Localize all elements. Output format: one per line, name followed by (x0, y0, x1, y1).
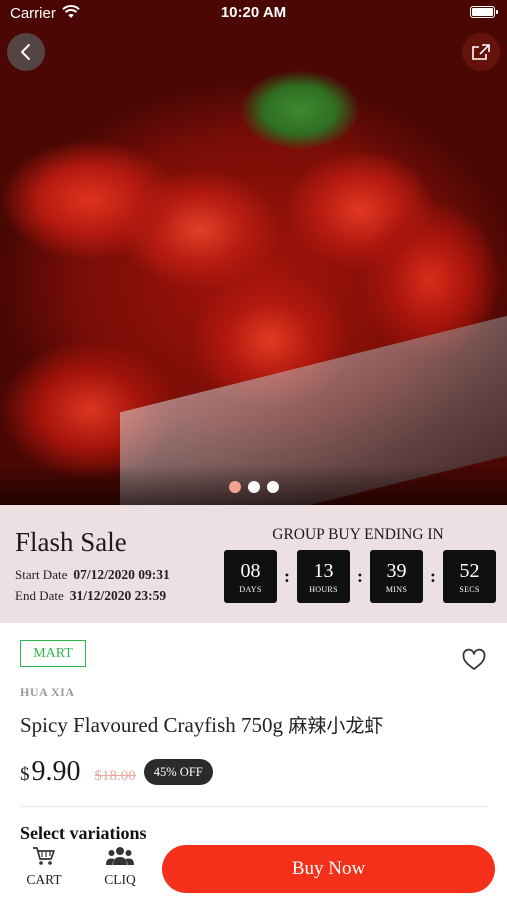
timer-days: 08 DAYS (224, 550, 277, 603)
end-date-label: End Date (15, 588, 64, 603)
buy-now-button[interactable]: Buy Now (162, 845, 495, 893)
cart-button[interactable]: CART (14, 846, 74, 888)
price-row: $ 9.90 $18.00 45% OFF (20, 756, 213, 788)
carousel-dot[interactable] (266, 481, 279, 493)
price-currency: $ (20, 764, 30, 785)
timer-secs: 52 SECS (443, 550, 496, 603)
end-date-value: 31/12/2020 23:59 (69, 588, 167, 603)
product-image-carousel[interactable]: Carrier 10:20 AM (0, 0, 507, 553)
timer-value: 39 (386, 559, 407, 582)
cart-label: CART (26, 872, 62, 887)
product-title: Spicy Flavoured Crayfish 750g 麻辣小龙虾 (20, 711, 383, 738)
timer-unit: HOURS (309, 584, 338, 594)
cart-icon (33, 847, 55, 865)
original-price: $18.00 (94, 768, 136, 784)
cliq-label: CLIQ (104, 872, 136, 887)
chevron-left-icon (21, 44, 30, 60)
timer-value: 13 (313, 559, 334, 582)
countdown-timer: 08 DAYS : 13 HOURS : 39 MINS : 52 SECS (224, 550, 496, 603)
flash-sale-title: Flash Sale (15, 527, 127, 557)
carousel-dots (0, 481, 507, 493)
start-date-label: Start Date (15, 567, 68, 582)
start-date-value: 07/12/2020 09:31 (73, 567, 170, 582)
start-date-row: Start Date 07/12/2020 09:31 (15, 567, 170, 583)
timer-value: 52 (459, 559, 480, 582)
brand-name: HUA XIA (20, 685, 75, 699)
timer-separator: : (430, 566, 436, 586)
back-button[interactable] (7, 33, 45, 71)
group-icon (106, 847, 134, 865)
timer-hours: 13 HOURS (297, 550, 350, 603)
flash-sale-panel: Flash Sale Start Date 07/12/2020 09:31 En… (0, 505, 507, 623)
bottom-action-bar: CART CLIQ Buy Now (0, 840, 507, 900)
carousel-dot[interactable] (247, 481, 260, 493)
timer-unit: MINS (385, 584, 408, 594)
divider (20, 806, 488, 807)
carousel-dot[interactable] (228, 481, 241, 493)
timer-mins: 39 MINS (370, 550, 423, 603)
product-title-zh: 麻辣小龙虾 (288, 715, 384, 737)
status-bar: Carrier 10:20 AM (0, 0, 507, 28)
battery-icon (470, 6, 498, 18)
clock: 10:20 AM (220, 4, 287, 21)
product-title-en: Spicy Flavoured Crayfish 750g (20, 713, 284, 737)
mart-badge: MART (20, 640, 86, 667)
share-icon (472, 44, 490, 60)
end-date-row: End Date 31/12/2020 23:59 (15, 588, 166, 604)
cliq-button[interactable]: CLIQ (90, 846, 150, 888)
heart-icon[interactable] (461, 648, 487, 672)
price-value: 9.90 (31, 756, 81, 787)
timer-separator: : (357, 566, 363, 586)
share-button[interactable] (462, 33, 500, 71)
timer-separator: : (284, 566, 290, 586)
timer-unit: SECS (459, 584, 480, 594)
group-buy-title: GROUP BUY ENDING IN (272, 526, 444, 543)
discount-badge: 45% OFF (143, 759, 213, 785)
timer-value: 08 (240, 559, 261, 582)
timer-unit: DAYS (239, 584, 262, 594)
